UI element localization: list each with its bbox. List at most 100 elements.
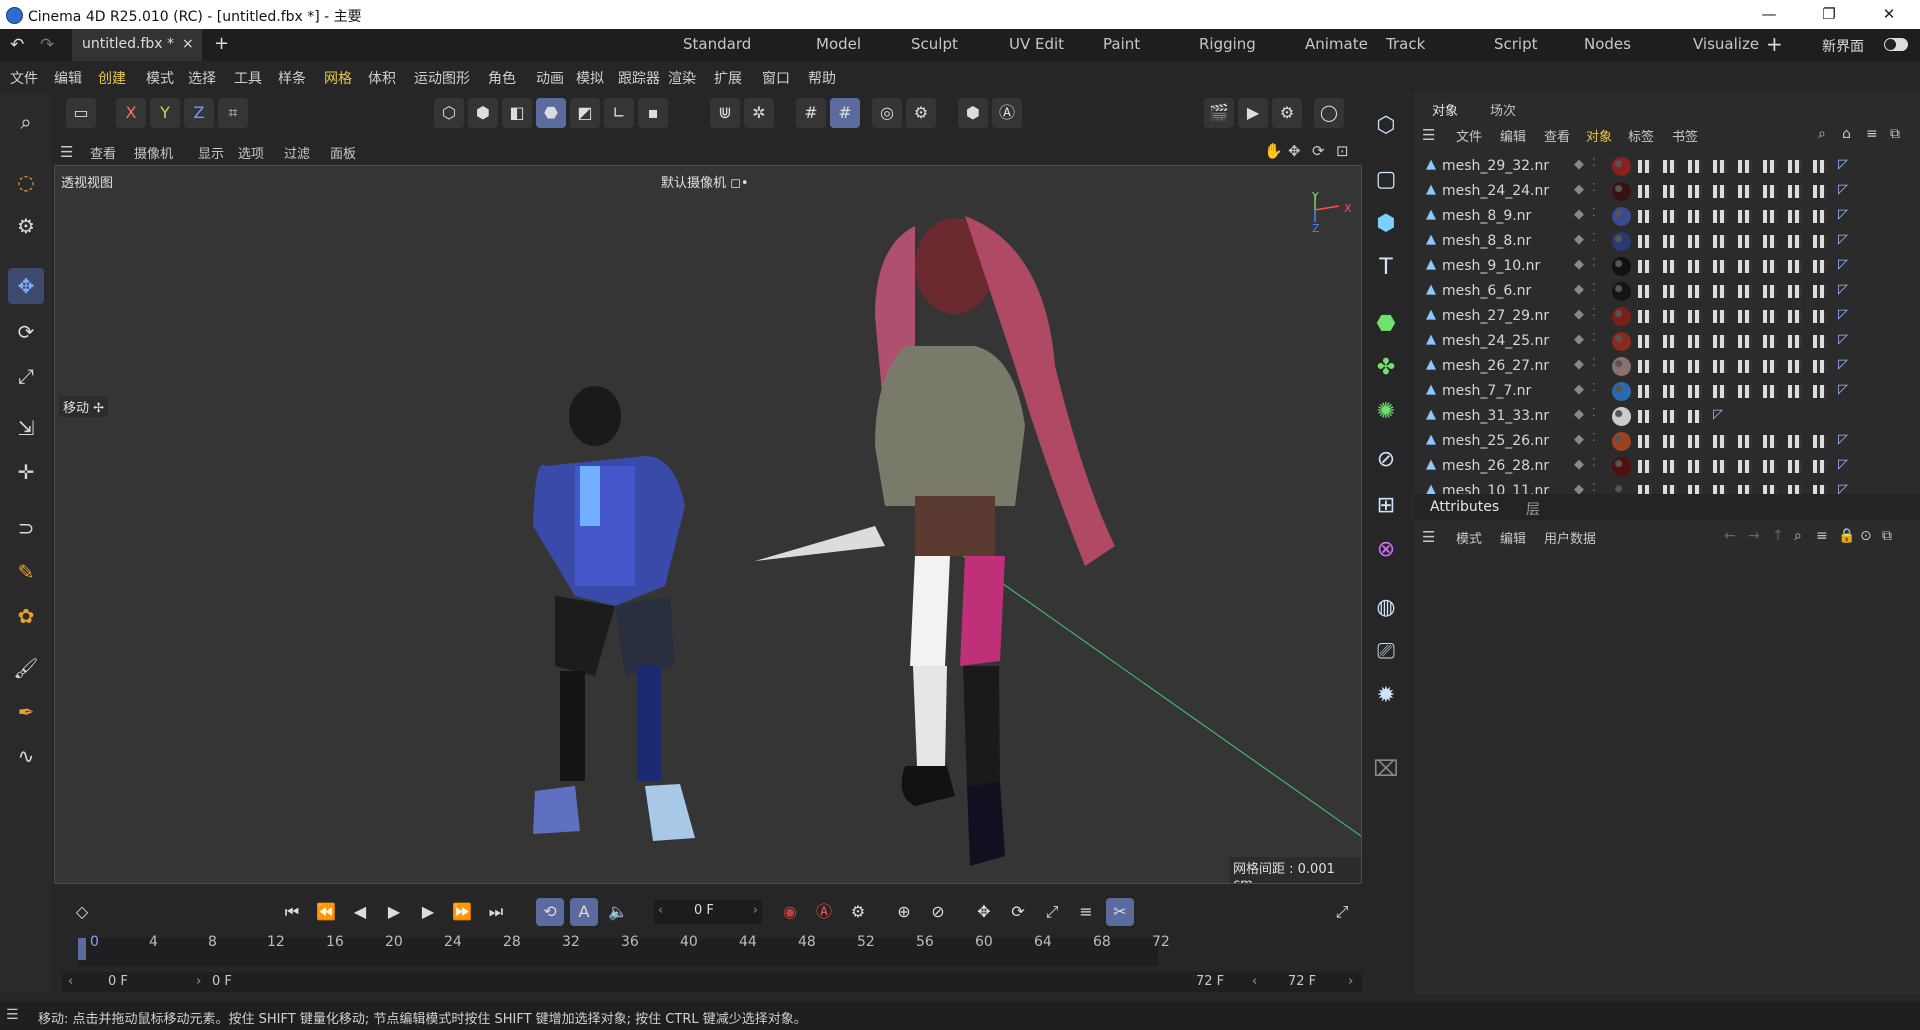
move-tool-icon[interactable]: ✥	[8, 268, 44, 304]
texture-tag-icon[interactable]	[1813, 235, 1827, 248]
y-axis-toggle[interactable]: Y	[150, 98, 180, 128]
texture-tag-icon[interactable]	[1738, 160, 1752, 173]
object-row[interactable]: ▲ mesh_6_6.nr ◆ ⁚ ◸	[1424, 279, 1904, 304]
visibility-dots-icon[interactable]: ⁚	[1592, 456, 1596, 469]
layout-tab-paint[interactable]: Paint	[1103, 35, 1140, 53]
menu-item-13[interactable]: 跟踪器	[618, 68, 660, 88]
visibility-dots-icon[interactable]: ⁚	[1592, 406, 1596, 419]
texture-tag-icon[interactable]	[1763, 185, 1777, 198]
points-mode-icon[interactable]: ⬡	[434, 98, 464, 128]
visibility-dots-icon[interactable]: ⁚	[1592, 281, 1596, 294]
layer-icon[interactable]: ◆	[1574, 207, 1584, 222]
visibility-dots-icon[interactable]: ⁚	[1592, 256, 1596, 269]
spline-tool-icon[interactable]: ∿	[8, 738, 44, 774]
texture-tag-icon[interactable]	[1738, 185, 1752, 198]
object-row[interactable]: ▲ mesh_27_29.nr ◆ ⁚ ◸	[1424, 304, 1904, 329]
keyframe-settings-icon[interactable]: ⚙	[844, 898, 872, 926]
add-tab-button[interactable]: +	[214, 33, 229, 54]
redo-icon[interactable]: ↷	[40, 35, 54, 55]
mograph-icon[interactable]: ✤	[1368, 350, 1404, 386]
texture-tag-icon[interactable]	[1763, 235, 1777, 248]
object-manager-menu-item-1[interactable]: 编辑	[1500, 126, 1526, 145]
rotate-key-icon[interactable]: ⟳	[1004, 898, 1032, 926]
up-arrow-icon[interactable]: ↑	[1772, 528, 1784, 544]
texture-tag-icon[interactable]	[1813, 460, 1827, 473]
visibility-dots-icon[interactable]: ⁚	[1592, 356, 1596, 369]
menu-item-12[interactable]: 模拟	[576, 68, 604, 88]
texture-tag-icon[interactable]	[1763, 210, 1777, 223]
effector-icon[interactable]: ✺	[1368, 394, 1404, 430]
layer-icon[interactable]: ◆	[1574, 382, 1584, 397]
texture-tag-icon[interactable]	[1638, 410, 1652, 423]
visibility-dots-icon[interactable]: ⁚	[1592, 431, 1596, 444]
texture-mode-icon[interactable]: ◩	[570, 98, 600, 128]
cloner-icon[interactable]: ⬣	[1368, 306, 1404, 342]
texture-tag-icon[interactable]	[1788, 235, 1802, 248]
scale-key-icon[interactable]: ⤢	[1038, 898, 1066, 926]
layout-tab-animate[interactable]: Animate	[1305, 35, 1368, 53]
time-ruler[interactable]	[78, 938, 1158, 966]
texture-tag-icon[interactable]	[1688, 335, 1702, 348]
texture-tag-icon[interactable]	[1763, 385, 1777, 398]
viewport-menu-item-2[interactable]: 显示	[198, 143, 224, 162]
volume-icon[interactable]: ⊗	[1368, 532, 1404, 568]
target-icon[interactable]: ⊙	[1860, 528, 1872, 544]
viewport-menu-item-3[interactable]: 选项	[238, 143, 264, 162]
texture-tag-icon[interactable]	[1763, 285, 1777, 298]
object-name[interactable]: mesh_31_33.nr	[1442, 408, 1549, 424]
material-tag-icon[interactable]	[1612, 432, 1631, 451]
texture-tag-icon[interactable]	[1763, 460, 1777, 473]
texture-tag-icon[interactable]	[1713, 385, 1727, 398]
object-name[interactable]: mesh_10_11.nr	[1442, 483, 1549, 494]
object-row[interactable]: ▲ mesh_9_10.nr ◆ ⁚ ◸	[1424, 254, 1904, 279]
texture-tag-icon[interactable]	[1663, 410, 1677, 423]
object-manager-menu-item-5[interactable]: 书签	[1672, 126, 1698, 145]
viewport-menu-item-4[interactable]: 过滤	[284, 143, 310, 162]
texture-tag-icon[interactable]	[1663, 310, 1677, 323]
object-manager-menu-item-3[interactable]: 对象	[1586, 126, 1612, 145]
texture-tag-icon[interactable]	[1713, 460, 1727, 473]
layer-icon[interactable]: ◆	[1574, 257, 1584, 272]
pen-tool-icon[interactable]: ✒	[8, 694, 44, 730]
generator-icon[interactable]: ⬢	[1368, 206, 1404, 242]
material-tag-icon[interactable]	[1612, 157, 1631, 176]
object-manager-menu-item-0[interactable]: 文件	[1456, 126, 1482, 145]
texture-tag-icon[interactable]	[1688, 460, 1702, 473]
range-end-field[interactable]: 72 F	[1288, 974, 1316, 989]
symmetry-tool-icon[interactable]: ✿	[8, 598, 44, 634]
texture-tag-icon[interactable]	[1813, 260, 1827, 273]
texture-tag-icon[interactable]	[1738, 210, 1752, 223]
uvw-tag-icon[interactable]: ◸	[1838, 282, 1848, 297]
texture-tag-icon[interactable]	[1663, 160, 1677, 173]
undo-icon[interactable]: ↶	[10, 35, 24, 55]
back-arrow-icon[interactable]: ←	[1724, 528, 1736, 544]
uvw-tag-icon[interactable]: ◸	[1838, 307, 1848, 322]
snap-icon[interactable]: #	[796, 98, 826, 128]
z-axis-toggle[interactable]: Z	[184, 98, 214, 128]
material-tag-icon[interactable]	[1612, 207, 1631, 226]
previous-frame-icon[interactable]: ◀	[346, 898, 374, 926]
texture-tag-icon[interactable]	[1638, 385, 1652, 398]
scale-tool-icon[interactable]: ⤢	[8, 358, 44, 394]
texture-tag-icon[interactable]	[1738, 460, 1752, 473]
menu-item-10[interactable]: 角色	[488, 68, 516, 88]
tab-attributes[interactable]: Attributes	[1430, 499, 1499, 515]
new-window-icon[interactable]: ⧉	[1890, 126, 1900, 142]
close-tab-icon[interactable]: ×	[182, 36, 194, 52]
texture-tag-icon[interactable]	[1813, 335, 1827, 348]
texture-tag-icon[interactable]	[1688, 235, 1702, 248]
texture-tag-icon[interactable]	[1788, 185, 1802, 198]
layout-tab-model[interactable]: Model	[816, 35, 861, 53]
close-window-button[interactable]: ✕	[1878, 4, 1900, 24]
texture-tag-icon[interactable]	[1788, 335, 1802, 348]
viewport-menu-icon[interactable]: ☰	[60, 143, 73, 161]
texture-tag-icon[interactable]	[1663, 435, 1677, 448]
home-icon[interactable]: ⌂	[1842, 126, 1851, 142]
add-layout-button[interactable]: +	[1766, 32, 1783, 56]
texture-tag-icon[interactable]	[1738, 435, 1752, 448]
menu-item-0[interactable]: 文件	[10, 68, 38, 88]
playhead[interactable]	[78, 938, 86, 960]
texture-tag-icon[interactable]	[1688, 485, 1702, 494]
x-axis-toggle[interactable]: X	[116, 98, 146, 128]
object-name[interactable]: mesh_25_26.nr	[1442, 433, 1549, 449]
